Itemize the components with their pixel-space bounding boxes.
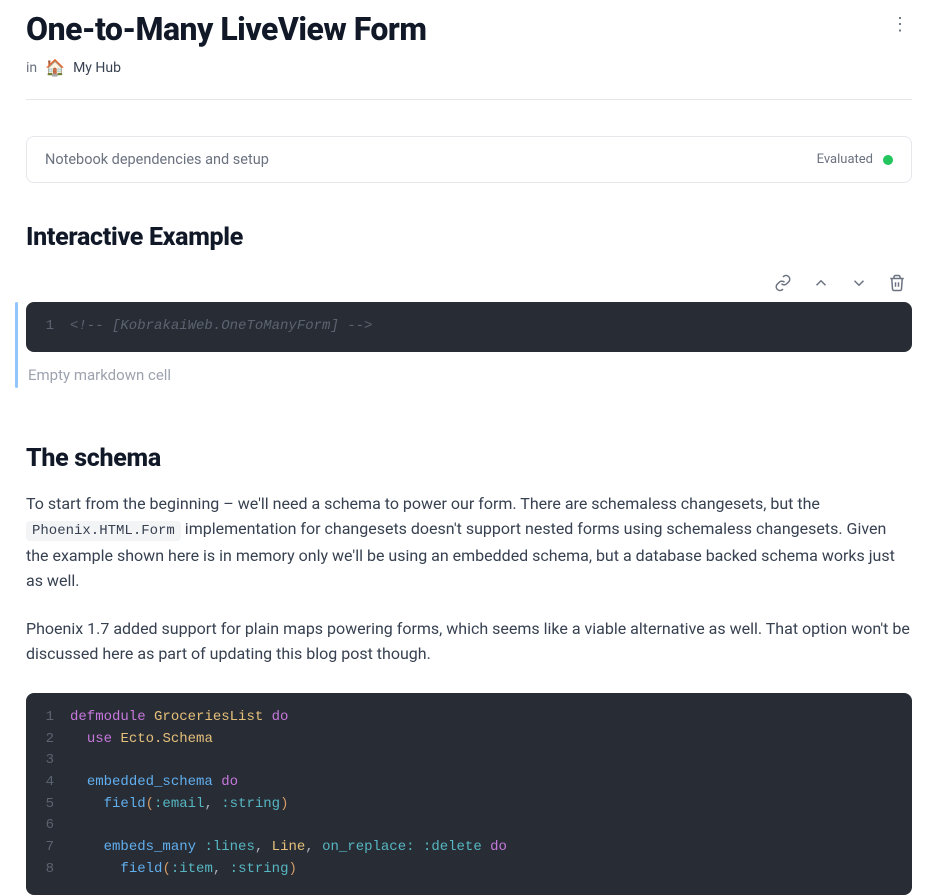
notebook-header: One-to-Many LiveView Form ⋮ (26, 10, 912, 48)
code-line: 1defmodule GroceriesList do (42, 707, 896, 729)
more-menu-icon[interactable]: ⋮ (888, 10, 912, 34)
status-dot-icon (883, 155, 893, 165)
code-content: field(:email, :string) (70, 794, 288, 816)
setup-label: Notebook dependencies and setup (45, 151, 269, 168)
code-line: 6 (42, 815, 896, 837)
schema-paragraph-1: To start from the beginning – we'll need… (26, 491, 912, 594)
markdown-cell-active[interactable]: 1<!-- [KobrakaiWeb.OneToManyForm] --> (26, 302, 912, 352)
code-line: 8 field(:item, :string) (42, 859, 896, 881)
code-content: embeds_many :lines, Line, on_replace: :d… (70, 837, 507, 859)
notebook-title: One-to-Many LiveView Form (26, 10, 427, 48)
trash-icon[interactable] (888, 274, 906, 292)
code-content: field(:item, :string) (70, 859, 297, 881)
code-line: 4 embedded_schema do (42, 772, 896, 794)
line-number: 4 (42, 772, 70, 794)
line-number: 1 (42, 316, 70, 338)
line-number: 2 (42, 729, 70, 751)
code-editor[interactable]: 1<!-- [KobrakaiWeb.OneToManyForm] --> (26, 302, 912, 352)
code-line: 3 (42, 750, 896, 772)
line-number: 1 (42, 707, 70, 729)
cell-toolbar (26, 270, 912, 302)
hub-emoji-icon: 🏠 (45, 58, 65, 77)
line-number: 7 (42, 837, 70, 859)
line-number: 6 (42, 815, 70, 837)
code-content: embedded_schema do (70, 772, 238, 794)
schema-paragraph-2: Phoenix 1.7 added support for plain maps… (26, 616, 912, 667)
code-editor-schema[interactable]: 1defmodule GroceriesList do2 use Ecto.Sc… (26, 693, 912, 895)
code-line: 7 embeds_many :lines, Line, on_replace: … (42, 837, 896, 859)
inline-code-phoenix: Phoenix.HTML.Form (26, 521, 181, 541)
setup-status: Evaluated (817, 152, 893, 167)
hub-breadcrumb[interactable]: in 🏠 My Hub (26, 58, 912, 77)
code-line: 2 use Ecto.Schema (42, 729, 896, 751)
section-heading-interactive: Interactive Example (26, 223, 912, 252)
active-indicator (15, 302, 18, 388)
line-number: 8 (42, 859, 70, 881)
code-content: <!-- [KobrakaiWeb.OneToManyForm] --> (70, 316, 372, 338)
line-number: 3 (42, 750, 70, 772)
code-content: use Ecto.Schema (70, 729, 213, 751)
hub-name: My Hub (73, 60, 121, 76)
chevron-down-icon[interactable] (850, 274, 868, 292)
chevron-up-icon[interactable] (812, 274, 830, 292)
status-text: Evaluated (817, 152, 873, 167)
code-line: 5 field(:email, :string) (42, 794, 896, 816)
empty-markdown-placeholder[interactable]: Empty markdown cell (28, 366, 912, 384)
setup-cell[interactable]: Notebook dependencies and setup Evaluate… (26, 136, 912, 183)
link-icon[interactable] (774, 274, 792, 292)
in-label: in (26, 60, 37, 76)
divider (26, 99, 912, 100)
line-number: 5 (42, 794, 70, 816)
code-content: defmodule GroceriesList do (70, 707, 288, 729)
code-line: 1<!-- [KobrakaiWeb.OneToManyForm] --> (42, 316, 896, 338)
section-heading-schema: The schema (26, 444, 912, 473)
